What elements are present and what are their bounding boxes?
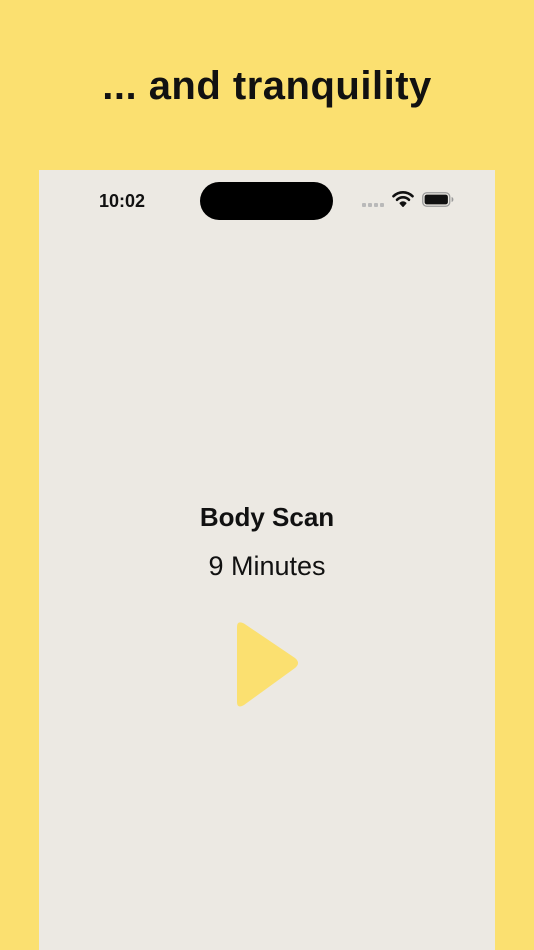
wifi-icon [392,190,414,208]
status-bar-time: 10:02 [99,191,146,211]
session-title: Body Scan [199,502,335,532]
signal-bars-icon [362,203,386,207]
dynamic-island [200,182,333,220]
play-button[interactable] [229,618,305,712]
phone-screen: 10:02 Body Scan 9 Minutes [39,170,495,950]
play-icon [237,622,298,707]
session-duration: 9 Minutes [208,551,326,581]
battery-icon [422,192,454,207]
promo-headline: ... and tranquility [102,64,432,108]
